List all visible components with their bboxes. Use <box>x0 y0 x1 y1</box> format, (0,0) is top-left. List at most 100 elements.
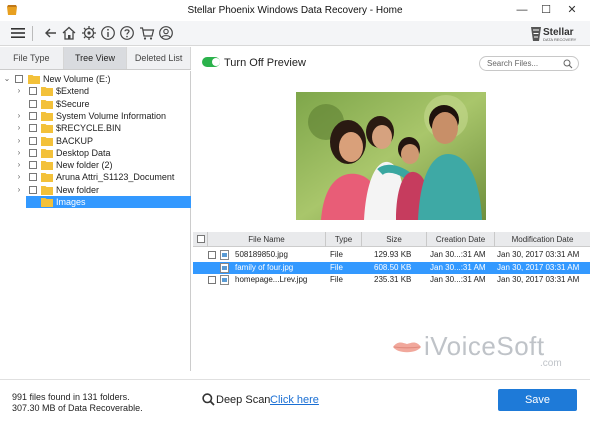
toolbar: Stellar DATA RECOVERY <box>0 21 590 46</box>
column-size[interactable]: Size <box>362 232 427 247</box>
tree-root[interactable]: ⌄ New Volume (E:) <box>0 73 191 85</box>
preview-toggle-label: Turn Off Preview <box>224 57 306 69</box>
column-type[interactable]: Type <box>326 232 362 247</box>
column-modification-date[interactable]: Modification Date <box>495 232 590 247</box>
chevron-right-icon[interactable]: › <box>15 171 23 183</box>
chevron-right-icon[interactable]: › <box>15 110 23 122</box>
tree-label: System Volume Information <box>56 110 167 121</box>
deep-scan-search-icon <box>202 393 215 406</box>
folder-icon <box>41 99 53 109</box>
cell-size: 129.93 KB <box>374 250 412 259</box>
tree-checkbox[interactable] <box>29 136 37 145</box>
cell-creation-date: Jan 30...:31 AM <box>430 275 486 284</box>
tree-label: New folder (2) <box>56 160 113 171</box>
tree-checkbox[interactable] <box>29 173 37 182</box>
column-creation-date[interactable]: Creation Date <box>427 232 495 247</box>
cell-modification-date: Jan 30, 2017 03:31 AM <box>497 275 580 284</box>
tab-tree-view[interactable]: Tree View <box>63 47 128 69</box>
tree-item[interactable]: › System Volume Information <box>0 110 191 122</box>
tree-label: Aruna Attri_S1123_Document <box>56 172 175 183</box>
back-icon[interactable] <box>43 25 59 41</box>
search-input[interactable]: Search Files... <box>479 56 579 71</box>
column-file-name[interactable]: File Name <box>208 232 326 247</box>
status-files-found: 991 files found in 131 folders. <box>12 392 130 402</box>
row-checkbox[interactable] <box>208 251 216 259</box>
tree-checkbox[interactable] <box>29 124 37 133</box>
chevron-right-icon[interactable]: › <box>15 184 23 196</box>
cell-size: 235.31 KB <box>374 275 412 284</box>
cell-creation-date: Jan 30...:31 AM <box>430 250 486 259</box>
tree-item[interactable]: Images <box>26 196 191 208</box>
stellar-logo: Stellar DATA RECOVERY <box>530 24 582 43</box>
tree-item[interactable]: › Aruna Attri_S1123_Document <box>0 171 191 183</box>
table-row[interactable]: 508189850.jpg File 129.93 KB Jan 30...:31 A… <box>193 249 590 261</box>
close-button[interactable]: ✕ <box>562 2 582 18</box>
cell-creation-date: Jan 30...:31 AM <box>430 262 486 272</box>
tree-label: $RECYCLE.BIN <box>56 123 122 134</box>
tree-label: New folder <box>56 184 100 195</box>
folder-icon <box>41 111 53 121</box>
settings-icon[interactable] <box>81 25 97 41</box>
menu-icon[interactable] <box>10 25 26 41</box>
tree-item[interactable]: › BACKUP <box>0 135 191 147</box>
tree-item[interactable]: › New folder (2) <box>0 159 191 171</box>
deep-scan-label: Deep Scan <box>216 394 271 406</box>
tab-file-type[interactable]: File Type <box>0 47 64 69</box>
cell-file-name: family of four.jpg <box>235 262 294 272</box>
folder-icon <box>41 173 53 183</box>
tree-item[interactable]: › $Extend <box>0 85 191 97</box>
tree-checkbox[interactable] <box>29 185 37 194</box>
image-file-icon <box>220 262 229 273</box>
info-icon[interactable] <box>100 25 116 41</box>
preview-image <box>296 92 486 220</box>
tree-checkbox[interactable] <box>29 161 37 170</box>
tree-checkbox[interactable] <box>29 99 37 108</box>
tree-checkbox[interactable] <box>29 148 37 157</box>
chevron-right-icon[interactable]: › <box>15 159 23 171</box>
tree-item[interactable]: › $RECYCLE.BIN <box>0 122 191 134</box>
folder-icon <box>41 161 53 171</box>
preview-toggle[interactable] <box>202 57 220 67</box>
folder-tree: ⌄ New Volume (E:) › $Extend $Secure › System… <box>0 71 191 371</box>
maximize-button[interactable]: ☐ <box>536 2 556 18</box>
home-icon[interactable] <box>61 25 77 41</box>
table-row[interactable]: homepage...Lrev.jpg File 235.31 KB Jan 30..… <box>193 274 590 286</box>
chevron-right-icon[interactable]: › <box>15 85 23 97</box>
image-file-icon <box>220 250 229 260</box>
cell-type: File <box>330 250 343 259</box>
tree-checkbox[interactable] <box>29 87 37 96</box>
folder-icon <box>41 148 53 158</box>
chevron-right-icon[interactable]: › <box>15 122 23 134</box>
save-button[interactable]: Save <box>498 389 577 411</box>
tree-label: BACKUP <box>56 135 94 146</box>
help-icon[interactable] <box>119 25 135 41</box>
tree-checkbox[interactable] <box>29 111 37 120</box>
tree-item[interactable]: › Desktop Data <box>0 147 191 159</box>
header-select-all[interactable] <box>193 232 208 247</box>
folder-icon <box>41 185 53 195</box>
tree-checkbox[interactable] <box>15 75 23 83</box>
chevron-right-icon[interactable]: › <box>15 147 23 159</box>
tree-label: $Secure <box>56 98 90 109</box>
search-icon[interactable] <box>563 59 573 69</box>
folder-icon <box>41 87 53 97</box>
tree-label: Desktop Data <box>56 147 111 158</box>
row-checkbox[interactable] <box>208 276 216 284</box>
chevron-right-icon[interactable]: › <box>15 135 23 147</box>
folder-icon <box>41 124 53 134</box>
deep-scan-link[interactable]: Click here <box>270 394 319 406</box>
tree-item[interactable]: $Secure <box>0 98 191 110</box>
cell-modification-date: Jan 30, 2017 03:31 AM <box>497 262 580 272</box>
view-tabs: File Type Tree View Deleted List <box>0 47 192 70</box>
user-icon[interactable] <box>158 25 174 41</box>
select-all-checkbox[interactable] <box>197 235 205 243</box>
cart-icon[interactable] <box>139 25 155 41</box>
tab-deleted-list[interactable]: Deleted List <box>127 47 192 69</box>
table-row[interactable]: family of four.jpg File 608.50 KB Jan 30...… <box>193 261 590 274</box>
chevron-down-icon[interactable]: ⌄ <box>3 73 11 85</box>
cell-type: File <box>330 275 343 284</box>
cell-size: 608.50 KB <box>374 262 412 272</box>
tree-item[interactable]: › New folder <box>0 184 191 196</box>
minimize-button[interactable]: — <box>512 2 532 18</box>
image-file-icon <box>220 275 229 285</box>
